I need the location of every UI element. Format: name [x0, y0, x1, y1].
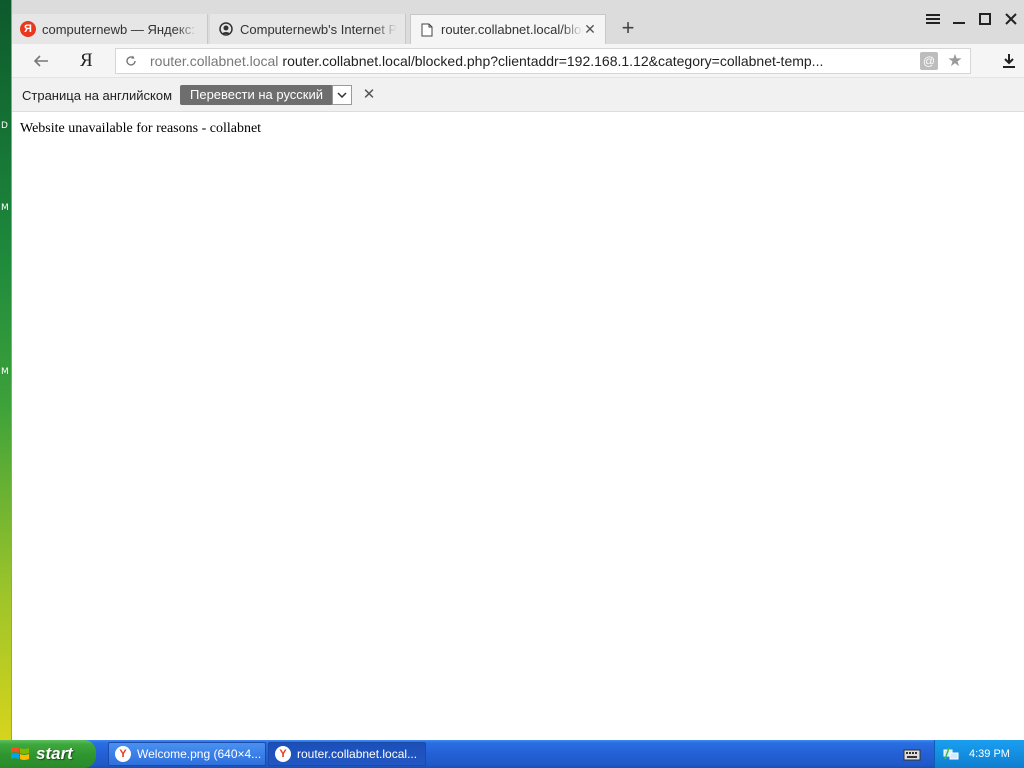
windows-flag-icon	[11, 747, 29, 760]
desktop-icon-label[interactable]: M	[1, 203, 9, 213]
tab-bar: Я computernewb — Яндекс: н Computernewb'…	[12, 8, 1024, 44]
translate-message: Страница на английском	[22, 88, 173, 103]
close-tab-icon[interactable]: ✕	[583, 21, 597, 38]
translate-options-dropdown[interactable]	[332, 85, 352, 105]
tab-title: computernewb — Яндекс: н	[42, 21, 199, 37]
taskbar-item-router[interactable]: Y router.collabnet.local...	[268, 742, 426, 766]
minimize-button[interactable]	[946, 8, 972, 30]
reload-icon[interactable]	[124, 54, 138, 68]
blocked-message: Website unavailable for reasons - collab…	[20, 121, 262, 136]
menu-icon[interactable]	[920, 8, 946, 30]
tab-title: Computernewb's Internet Pu	[240, 21, 397, 37]
desktop-icon-label[interactable]: M	[1, 367, 9, 377]
taskbar: start Y Welcome.png (640×4... Y router.c…	[0, 740, 1024, 768]
window-controls	[920, 8, 1024, 30]
tab-computernewb[interactable]: Computernewb's Internet Pu	[210, 14, 406, 44]
tab-title: router.collabnet.local/bloc	[441, 22, 583, 37]
clock[interactable]: 4:39 PM	[969, 748, 1010, 760]
yandex-logo[interactable]: Я	[80, 50, 93, 72]
maximize-button[interactable]	[972, 8, 998, 30]
start-button[interactable]: start	[0, 740, 96, 768]
close-translate-icon[interactable]: ✕	[362, 85, 376, 105]
network-icon[interactable]	[943, 747, 959, 761]
address-actions: @ ★	[920, 52, 964, 70]
chevron-down-icon	[337, 92, 347, 98]
bookmark-star-icon[interactable]: ★	[946, 52, 964, 70]
browser-window: Я computernewb — Яндекс: н Computernewb'…	[11, 0, 1024, 740]
site-favicon-icon	[218, 21, 234, 37]
yandex-browser-icon: Y	[115, 746, 131, 762]
tab-yandex-search[interactable]: Я computernewb — Яндекс: н	[12, 14, 208, 44]
desktop-icon-label[interactable]: D	[1, 121, 8, 131]
yandex-icon: Я	[20, 21, 36, 37]
window-titlebar	[12, 0, 1024, 8]
page-icon	[419, 22, 435, 38]
translate-bar: Страница на английском Перевести на русс…	[12, 78, 1024, 112]
start-label: start	[36, 744, 73, 763]
taskbar-item-welcome[interactable]: Y Welcome.png (640×4...	[108, 742, 266, 766]
new-tab-button[interactable]: +	[617, 17, 639, 40]
navigation-toolbar: Я router.collabnet.local router.collabne…	[12, 44, 1024, 78]
downloads-icon[interactable]	[999, 52, 1019, 70]
yandex-browser-icon: Y	[275, 746, 291, 762]
keyboard-icon[interactable]	[903, 746, 921, 762]
close-window-button[interactable]	[998, 8, 1024, 30]
system-tray: 4:39 PM	[934, 740, 1024, 768]
address-url: router.collabnet.local/blocked.php?clien…	[282, 53, 824, 69]
address-host: router.collabnet.local	[150, 53, 279, 69]
desktop-background: D M M	[0, 0, 11, 740]
back-button[interactable]	[30, 51, 52, 71]
taskbar-item-label: Welcome.png (640×4...	[137, 747, 262, 761]
address-bar[interactable]: router.collabnet.local router.collabnet.…	[115, 48, 971, 74]
taskbar-item-label: router.collabnet.local...	[297, 747, 418, 761]
page-content: Website unavailable for reasons - collab…	[12, 112, 1024, 740]
protect-icon[interactable]: @	[920, 52, 938, 70]
tab-router-blocked[interactable]: router.collabnet.local/bloc ✕	[410, 14, 606, 44]
translate-button[interactable]: Перевести на русский	[180, 85, 334, 105]
